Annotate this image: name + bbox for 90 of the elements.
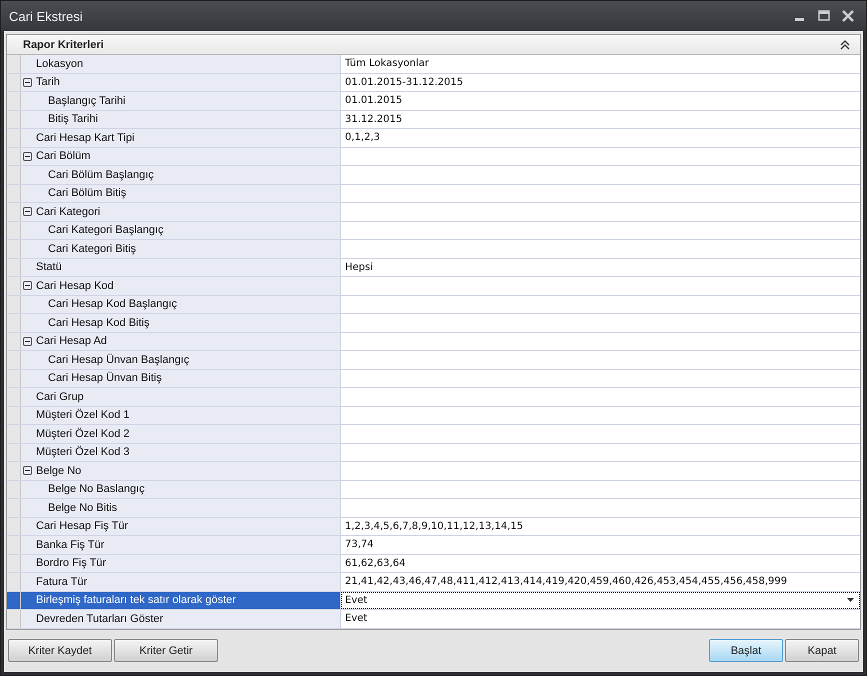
property-label[interactable]: Cari Kategori Bitiş	[21, 240, 341, 258]
row-indicator	[7, 444, 21, 461]
property-label[interactable]: Cari Hesap Kart Tipi	[21, 129, 341, 146]
property-label[interactable]: Bordro Fiş Tür	[21, 554, 341, 572]
row-indicator	[7, 222, 21, 239]
window-title: Cari Ekstresi	[9, 8, 83, 24]
property-label[interactable]: Belge No Baslangıç	[21, 480, 341, 498]
property-value[interactable]: 0,1,2,3	[341, 129, 860, 146]
property-value[interactable]: 31.12.2015	[341, 110, 860, 128]
property-label[interactable]: Cari Hesap Kod Bitiş	[21, 314, 341, 332]
expander-icon[interactable]	[23, 466, 32, 476]
row-indicator	[7, 518, 21, 535]
property-value[interactable]: 21,41,42,43,46,47,48,411,412,413,414,419,420,459,460,426,453,454,455,456,458,999	[341, 573, 860, 590]
row-indicator	[7, 425, 21, 442]
row-indicator	[7, 296, 21, 313]
property-label[interactable]: Müşteri Özel Kod 1	[21, 406, 341, 424]
property-value[interactable]: Evet	[341, 592, 860, 609]
row-indicator	[7, 314, 21, 332]
property-label[interactable]: Belge No Bitis	[21, 499, 341, 516]
property-label[interactable]: Statü	[21, 258, 341, 276]
row-indicator	[7, 129, 21, 146]
property-label[interactable]: Bitiş Tarihi	[21, 110, 341, 128]
expander-icon[interactable]	[23, 152, 32, 161]
property-label[interactable]: Cari Bölüm Başlangıç	[21, 166, 341, 184]
row-indicator	[7, 592, 21, 609]
property-label[interactable]: Cari Hesap Ünvan Başlangıç	[21, 351, 341, 368]
property-label[interactable]: Cari Hesap Ünvan Bitiş	[21, 370, 341, 387]
row-indicator	[7, 536, 21, 554]
row-indicator	[7, 110, 21, 128]
property-label[interactable]: Lokasyon	[21, 55, 341, 72]
row-indicator	[7, 166, 21, 184]
action-button[interactable]: Başlat	[709, 639, 783, 662]
property-label[interactable]: Başlangıç Tarihi	[21, 92, 341, 110]
row-indicator	[7, 258, 21, 276]
criteria-button[interactable]: Kriter Getir	[114, 639, 218, 662]
property-value[interactable]: 61,62,63,64	[341, 554, 860, 572]
property-value[interactable]: Evet	[341, 610, 860, 628]
row-indicator	[7, 406, 21, 424]
collapse-icon[interactable]	[840, 40, 850, 50]
row-indicator	[7, 370, 21, 387]
row-indicator	[7, 55, 21, 72]
maximize-icon[interactable]	[818, 10, 830, 22]
property-label[interactable]: Birleşmiş faturaları tek satır olarak göster	[21, 592, 341, 609]
row-indicator	[7, 240, 21, 258]
property-label[interactable]: Fatura Tür	[21, 573, 341, 590]
row-indicator	[7, 74, 21, 91]
panel-title: Rapor Kriterleri	[23, 38, 104, 50]
action-button[interactable]: Kapat	[785, 639, 859, 662]
row-indicator	[7, 610, 21, 628]
property-label[interactable]: Cari Bölüm Bitiş	[21, 184, 341, 202]
property-label[interactable]: Devreden Tutarları Göster	[21, 610, 341, 628]
property-label[interactable]: Cari Kategori	[21, 203, 341, 220]
property-label[interactable]: Belge No	[21, 462, 341, 480]
row-indicator	[7, 332, 21, 350]
expander-icon[interactable]	[23, 336, 32, 346]
row-indicator	[7, 92, 21, 110]
expander-icon[interactable]	[23, 207, 32, 216]
property-value[interactable]: Tüm Lokasyonlar	[341, 55, 860, 72]
property-value[interactable]: 01.01.2015-31.12.2015	[341, 74, 860, 91]
row-indicator	[7, 388, 21, 406]
row-indicator	[7, 462, 21, 480]
criteria-button[interactable]: Kriter Kaydet	[8, 639, 112, 662]
row-indicator	[7, 499, 21, 516]
property-value[interactable]: 1,2,3,4,5,6,7,8,9,10,11,12,13,14,15	[341, 518, 860, 535]
property-value[interactable]: 01.01.2015	[341, 92, 860, 110]
property-label[interactable]: Cari Hesap Kod	[21, 277, 341, 294]
dropdown-caret-icon[interactable]	[847, 598, 854, 602]
property-label[interactable]: Müşteri Özel Kod 2	[21, 425, 341, 442]
property-label[interactable]: Cari Hesap Kod Başlangıç	[21, 296, 341, 313]
property-label[interactable]: Cari Bölüm	[21, 148, 341, 165]
row-indicator	[7, 351, 21, 368]
row-indicator	[7, 480, 21, 498]
row-indicator	[7, 277, 21, 294]
property-label[interactable]: Cari Hesap Fiş Tür	[21, 518, 341, 535]
row-indicator	[7, 184, 21, 202]
property-label[interactable]: Cari Kategori Başlangıç	[21, 222, 341, 239]
property-value[interactable]: Hepsi	[341, 258, 860, 276]
row-indicator	[7, 148, 21, 165]
property-label[interactable]: Cari Hesap Ad	[21, 332, 341, 350]
property-label[interactable]: Müşteri Özel Kod 3	[21, 444, 341, 461]
row-indicator	[7, 573, 21, 590]
expander-icon[interactable]	[23, 78, 32, 87]
close-icon[interactable]	[842, 10, 854, 22]
expander-icon[interactable]	[23, 281, 32, 290]
row-indicator	[7, 554, 21, 572]
property-value[interactable]: 73,74	[341, 536, 860, 554]
row-indicator	[7, 203, 21, 220]
property-label[interactable]: Cari Grup	[21, 388, 341, 406]
property-label[interactable]: Banka Fiş Tür	[21, 536, 341, 554]
property-label[interactable]: Tarih	[21, 74, 341, 91]
